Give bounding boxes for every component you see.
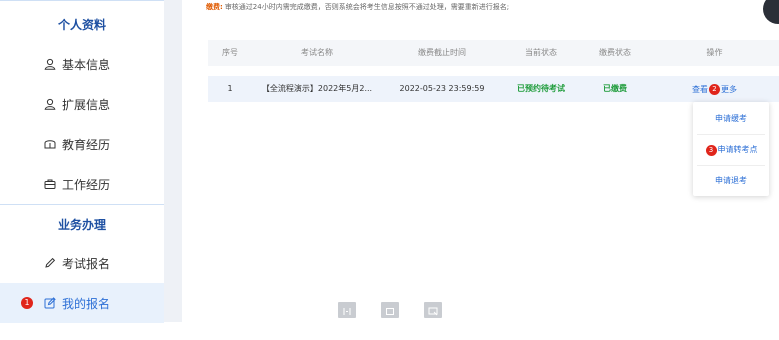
sidebar-item-my-registration[interactable]: 1 我的报名 (0, 283, 164, 323)
menu-item-apply-postpone[interactable]: 申请缓考 (693, 104, 769, 134)
column-header: 序号 (222, 48, 238, 57)
step-badge: 1 (21, 297, 33, 309)
menu-item-apply-withdraw[interactable]: 申请退考 (693, 166, 769, 196)
edit-icon (44, 297, 56, 309)
payment-notice: 缴费: 审核通过24小时内需完成缴费，否则系统会将考生信息按照不通过处理，需要重… (206, 0, 509, 14)
column-header: 操作 (706, 48, 723, 57)
pencil-icon (44, 257, 56, 269)
education-icon (44, 138, 56, 150)
sidebar-item-label: 教育经历 (62, 137, 111, 152)
fit-width-button[interactable] (338, 302, 356, 318)
divider (0, 204, 164, 205)
row-index: 1 (227, 84, 233, 93)
more-link[interactable]: 更多 (721, 84, 737, 95)
section-title-business: 业务办理 (57, 218, 106, 232)
table-header: 序号 考试名称 缴费截止时间 当前状态 缴费状态 操作 (208, 40, 779, 66)
sidebar-item-label: 工作经历 (62, 177, 111, 192)
notice-text: 审核通过24小时内需完成缴费，否则系统会将考生信息按照不通过处理，需要重新进行报… (224, 3, 510, 11)
sidebar-item-basic-info[interactable]: 基本信息 (0, 44, 164, 84)
avatar[interactable] (763, 0, 779, 24)
fit-width-icon (342, 301, 352, 320)
current-status: 已预约待考试 (517, 84, 565, 93)
column-header: 当前状态 (525, 48, 557, 57)
column-header: 考试名称 (301, 48, 333, 57)
exam-name: 【全流程演示】2022年5月2... (261, 84, 373, 93)
notice-tag: 缴费: (206, 3, 223, 11)
briefcase-icon (44, 178, 56, 190)
payment-status: 已缴费 (603, 84, 627, 93)
layout-gap (164, 0, 182, 322)
export-button[interactable] (424, 302, 442, 318)
step-badge: 3 (705, 145, 717, 156)
sidebar: 个人资料 基本信息 扩展信息 教育经历 工作经历 业务办理 考试报名 1 我的报… (0, 0, 164, 323)
section-title-profile: 个人资料 (57, 18, 106, 32)
fit-page-button[interactable] (381, 302, 399, 318)
sidebar-item-work[interactable]: 工作经历 (0, 164, 164, 204)
step-badge: 2 (709, 83, 720, 95)
sidebar-item-label: 扩展信息 (62, 97, 111, 112)
sidebar-item-exam-registration[interactable]: 考试报名 (0, 243, 164, 283)
sidebar-item-label: 我的报名 (62, 296, 111, 311)
sidebar-item-label: 考试报名 (62, 256, 111, 271)
row-actions: 查看 2 更多 (692, 76, 737, 102)
column-header: 缴费状态 (599, 48, 631, 57)
sidebar-item-label: 基本信息 (62, 57, 111, 72)
user-icon (44, 98, 56, 110)
more-actions-dropdown: 申请缓考 3 申请转考点 申请退考 (693, 102, 769, 196)
sidebar-item-education[interactable]: 教育经历 (0, 124, 164, 164)
divider (0, 0, 164, 1)
payment-deadline: 2022-05-23 23:59:59 (399, 84, 485, 93)
menu-item-apply-change-venue[interactable]: 3 申请转考点 (693, 135, 769, 165)
app-root: 个人资料 基本信息 扩展信息 教育经历 工作经历 业务办理 考试报名 1 我的报… (0, 0, 779, 340)
menu-item-label: 申请转考点 (717, 145, 758, 154)
fit-page-icon (385, 301, 395, 320)
user-icon (44, 58, 56, 70)
export-icon (428, 301, 438, 320)
sidebar-item-extended-info[interactable]: 扩展信息 (0, 84, 164, 124)
table-row: 1 【全流程演示】2022年5月2... 2022-05-23 23:59:59… (208, 76, 779, 102)
view-link[interactable]: 查看 (692, 84, 708, 95)
main-content: 缴费: 审核通过24小时内需完成缴费，否则系统会将考生信息按照不通过处理，需要重… (182, 0, 779, 322)
column-header: 缴费截止时间 (418, 48, 466, 57)
